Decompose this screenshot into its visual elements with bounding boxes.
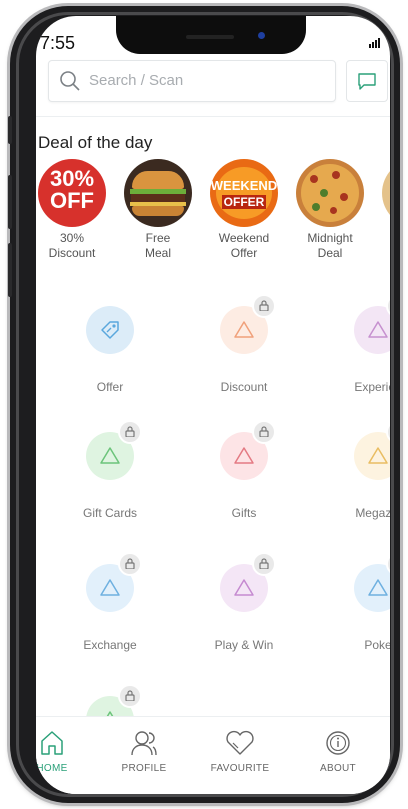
side-button-left [8,116,12,144]
notch [116,16,306,54]
discount-badge: 30% OFF [38,159,106,227]
category-icon-bg [220,420,276,480]
nav-about[interactable]: ABOUT [298,727,378,774]
category-label: Discount [220,380,268,394]
lock-badge [118,420,142,444]
lock-badge [118,684,142,708]
lock-badge [252,420,276,444]
tag-icon [101,321,119,339]
lock-badge [386,552,390,576]
category-label: Gifts [231,506,257,520]
lock-icon [125,558,135,569]
deal-label: Weekend Offer [218,231,270,260]
signal-icon [369,38,380,48]
triangle-icon [234,447,254,464]
lock-badge [386,294,390,318]
category-icon-bg [220,294,276,354]
lock-badge [386,420,390,444]
triangle-icon [100,447,120,464]
category-icon-bg [86,420,142,480]
heart-icon [226,730,254,755]
section-title: Deal of the day [38,133,153,152]
deal-item[interactable]: 30% OFF 30% Discount [36,159,108,261]
home-icon [41,731,63,755]
triangle-icon [368,447,388,464]
triangle-icon [100,579,120,596]
category-label: Play & Win [214,638,274,652]
nav-label: PROFILE [121,763,167,774]
nav-label: HOME [36,763,68,774]
category-icon-bg [354,420,390,480]
category-label: Experien [354,380,390,394]
deal-label: 30% Discount [48,231,96,260]
divider [36,116,390,117]
nav-label: FAVOURITE [210,763,270,774]
bottom-nav: HOME PROFILE FAVOURITE ABOUT [36,716,390,794]
category-icon-bg [86,306,134,354]
nav-favourite[interactable]: FAVOURITE [200,727,280,774]
lock-badge [252,552,276,576]
lock-badge [118,552,142,576]
nav-home[interactable]: HOME [36,727,92,774]
category-gift-cards[interactable]: Gift Cards [50,420,170,520]
deal-item[interactable]: WEEKEND OFFER Weekend Offer [208,159,280,261]
category-gifts[interactable]: Gifts [184,420,304,520]
category-label: Megazin [355,506,390,520]
badge-text: OFF [50,188,94,213]
speaker [186,35,234,39]
category-icon-bg [354,552,390,612]
nav-label: ABOUT [320,763,356,774]
chat-button[interactable] [346,60,388,102]
category-poke[interactable]: Poke [318,552,390,652]
nav-profile[interactable]: PROFILE [104,727,184,774]
category-label: Gift Cards [82,506,137,520]
profile-icon [131,731,157,756]
badge-text: 30% [49,166,95,191]
lock-badge [252,294,276,318]
food-image [382,159,390,227]
burger-image [124,159,192,227]
triangle-icon [234,579,254,596]
category-experience[interactable]: Experien [318,294,390,394]
badge-text: WEEKEND [210,178,278,193]
deal-item[interactable]: Free Meal [122,159,194,261]
deal-label: Midnight Deal [307,231,353,260]
info-icon [326,731,350,755]
lock-icon [125,426,135,437]
category-icon-bg [354,294,390,354]
triangle-icon [368,321,388,338]
category-play-win[interactable]: Play & Win [184,552,304,652]
category-exchange[interactable]: Exchange [50,552,170,652]
search-icon [60,71,80,91]
deal-item[interactable]: Midnight Deal [294,159,366,261]
triangle-icon [368,579,388,596]
lock-icon [125,690,135,701]
camera-icon [258,32,265,39]
weekend-offer-badge: WEEKEND OFFER [210,159,278,227]
lock-icon [259,300,269,311]
pizza-image [296,159,364,227]
app-screen: 7:55 Search / Scan Deal of the day 30% O… [36,16,390,794]
lock-icon [259,426,269,437]
deal-item-partial[interactable] [380,159,390,227]
deal-label: Free Meal [144,231,171,260]
category-discount[interactable]: Discount [184,294,304,394]
badge-text: OFFER [222,195,266,209]
status-time: 7:55 [40,33,76,53]
side-button-left [8,175,12,229]
category-icon-bg [220,552,276,612]
category-offer[interactable]: Offer [50,306,170,394]
category-label: Poke [364,638,390,652]
side-button-left [8,243,12,297]
category-label: Exchange [83,638,137,652]
category-magazine[interactable]: Megazin [318,420,390,520]
triangle-icon [234,321,254,338]
lock-icon [259,558,269,569]
category-label: Offer [96,380,124,394]
category-icon-bg [86,552,142,612]
chat-icon [358,73,376,90]
search-placeholder: Search / Scan [89,72,184,89]
search-input[interactable]: Search / Scan [48,60,336,102]
